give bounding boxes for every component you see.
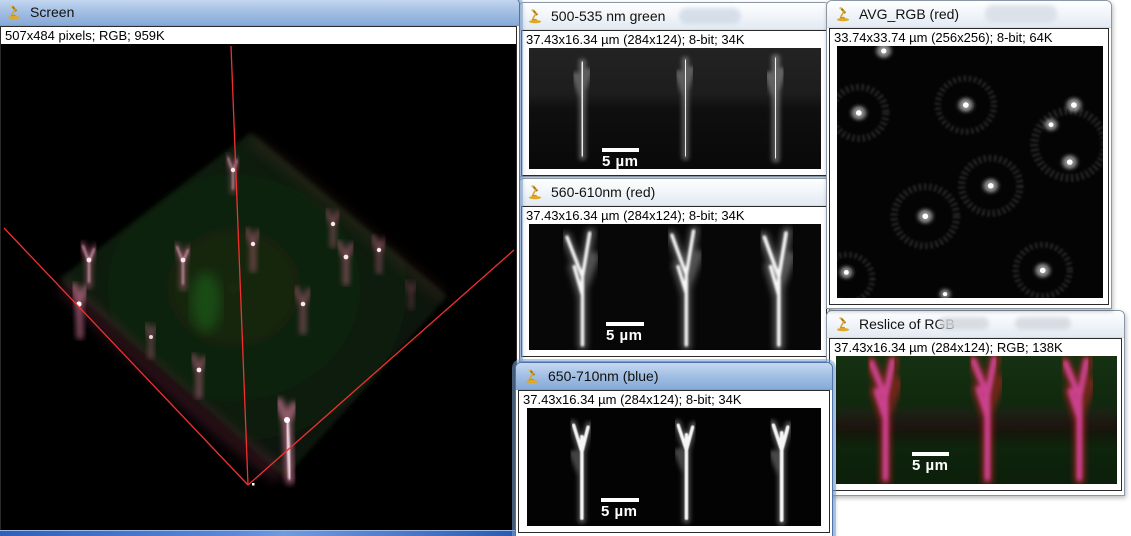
desktop: Screen 507x484 pixels; RGB; 959K xyxy=(0,0,1131,536)
scale-bar: 5 µm xyxy=(606,322,644,344)
titlebar-screen[interactable]: Screen xyxy=(0,0,519,26)
titlebar-avg[interactable]: AVG_RGB (red) xyxy=(827,1,1111,28)
scale-bar: 5 µm xyxy=(602,148,639,170)
window-reslice-rgb[interactable]: Reslice of RGB 37.43x16.34 µm (284x124);… xyxy=(826,310,1125,496)
window-red-channel[interactable]: 560-610nm (red) 37.43x16.34 µm (284x124)… xyxy=(518,178,830,362)
scale-bar-label: 5 µm xyxy=(912,457,949,474)
3d-projection-canvas[interactable] xyxy=(1,44,516,530)
blue-channel-canvas[interactable]: 5 µm xyxy=(527,408,821,526)
titlebar-red[interactable]: 560-610nm (red) xyxy=(519,179,829,206)
microscope-icon xyxy=(528,8,543,24)
green-dendrite-blob xyxy=(191,272,221,332)
redacted-text xyxy=(985,5,1057,23)
window-avg-rgb[interactable]: AVG_RGB (red) 33.74x33.74 µm (256x256); … xyxy=(826,0,1112,309)
status-bar: 37.43x16.34 µm (284x124); RGB; 138K xyxy=(830,339,1121,356)
window-title: Screen xyxy=(30,4,74,20)
green-channel-canvas[interactable]: 5 µm xyxy=(529,48,821,169)
status-bar: 37.43x16.34 µm (284x124); 8-bit; 34K xyxy=(522,207,826,224)
redacted-text xyxy=(939,317,989,330)
scale-bar: 5 µm xyxy=(601,498,639,520)
status-bar: 37.43x16.34 µm (284x124); 8-bit; 34K xyxy=(519,391,829,408)
microscope-icon xyxy=(836,6,851,22)
window-title: 650-710nm (blue) xyxy=(548,368,659,384)
window-green-channel[interactable]: 500-535 nm green 37.43x16.34 µm (284x124… xyxy=(518,2,830,177)
window-blue-channel[interactable]: 650-710nm (blue) 37.43x16.34 µm (284x124… xyxy=(515,362,833,536)
redacted-text xyxy=(679,8,741,24)
window-screen-3d[interactable]: Screen 507x484 pixels; RGB; 959K xyxy=(0,0,520,536)
redacted-text xyxy=(1015,317,1071,330)
aero-bottom-border xyxy=(0,530,519,536)
microscope-icon xyxy=(528,184,543,200)
titlebar-blue[interactable]: 650-710nm (blue) xyxy=(516,363,832,390)
scale-bar-label: 5 µm xyxy=(601,503,639,520)
microscope-icon xyxy=(525,368,540,384)
window-title: 560-610nm (red) xyxy=(551,184,655,200)
avg-rgb-canvas[interactable] xyxy=(837,46,1103,298)
titlebar-reslice[interactable]: Reslice of RGB xyxy=(827,311,1124,338)
reslice-rgb-canvas[interactable]: 5 µm xyxy=(836,356,1117,484)
titlebar-green[interactable]: 500-535 nm green xyxy=(519,3,829,30)
scale-bar: 5 µm xyxy=(912,452,949,474)
status-bar: 37.43x16.34 µm (284x124); 8-bit; 34K xyxy=(522,31,826,48)
status-bar: 507x484 pixels; RGB; 959K xyxy=(1,27,516,44)
microscope-icon xyxy=(836,316,851,332)
image-frame: 507x484 pixels; RGB; 959K xyxy=(0,26,517,531)
scale-bar-label: 5 µm xyxy=(606,327,644,344)
status-bar: 33.74x33.74 µm (256x256); 8-bit; 64K xyxy=(830,29,1108,46)
microscope-icon xyxy=(7,4,22,20)
scale-bar-label: 5 µm xyxy=(602,153,639,170)
red-channel-canvas[interactable]: 5 µm xyxy=(529,224,821,350)
window-title: AVG_RGB (red) xyxy=(859,6,959,22)
window-title: 500-535 nm green xyxy=(551,8,665,24)
